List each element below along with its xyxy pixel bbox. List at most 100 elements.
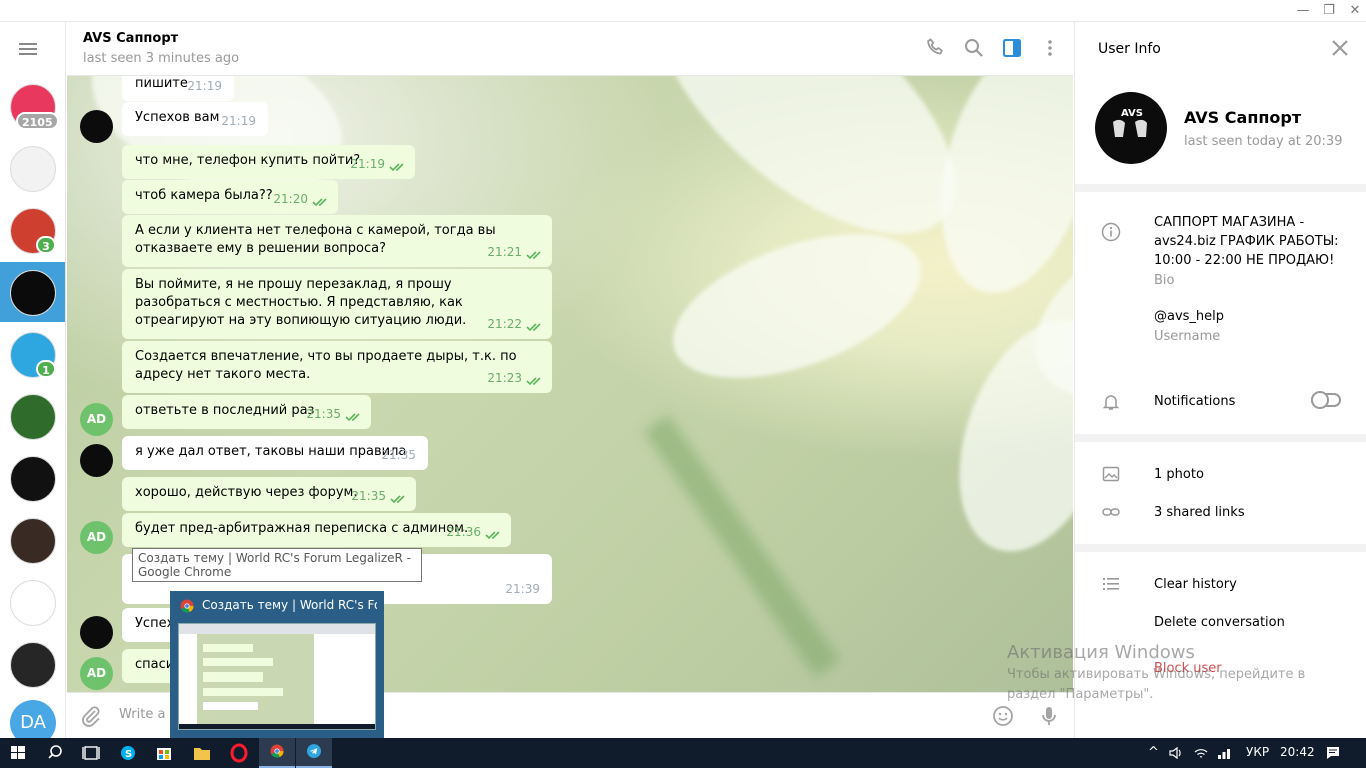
- chat-avatar[interactable]: [10, 642, 56, 688]
- double-check-icon: [485, 531, 500, 540]
- clock[interactable]: 20:42: [1280, 745, 1315, 759]
- input-language[interactable]: УКР: [1246, 745, 1269, 759]
- outgoing-message[interactable]: ответьте в последний раз 21:35: [122, 395, 371, 429]
- svg-text:S: S: [125, 749, 132, 760]
- username-text[interactable]: @avs_help: [1154, 307, 1224, 326]
- outgoing-message[interactable]: будет пред-арбитражная переписка с админ…: [122, 513, 511, 547]
- message-time: 21:22: [487, 317, 522, 331]
- opera-icon[interactable]: [221, 738, 257, 768]
- double-check-icon: [312, 198, 327, 207]
- chrome-icon: [180, 599, 194, 613]
- sender-avatar[interactable]: [80, 110, 113, 143]
- store-icon[interactable]: [146, 738, 182, 768]
- outgoing-message[interactable]: Вы поймите, я не прошу перезаклад, я про…: [122, 269, 552, 339]
- wifi-icon[interactable]: [1193, 745, 1209, 761]
- info-icon: [1101, 222, 1121, 242]
- skype-icon[interactable]: S: [110, 738, 146, 768]
- clear-history-button[interactable]: Clear history: [1154, 575, 1237, 594]
- chat-avatar[interactable]: [10, 580, 56, 626]
- profile-last-seen: last seen today at 20:39: [1184, 134, 1343, 149]
- notification-center-icon[interactable]: [1325, 745, 1341, 761]
- link-icon: [1102, 508, 1120, 516]
- hamburger-menu-icon[interactable]: [19, 40, 47, 60]
- phone-icon[interactable]: [924, 36, 948, 60]
- sender-avatar[interactable]: [80, 444, 113, 477]
- sidebar-toggle-icon[interactable]: [1000, 36, 1024, 60]
- message-time: 21:35: [351, 489, 386, 503]
- double-check-icon: [526, 323, 541, 332]
- double-check-icon: [526, 251, 541, 260]
- bio-label: Bio: [1154, 273, 1175, 288]
- message-time: 21:19: [221, 114, 256, 128]
- minimize-button[interactable]: —: [1290, 2, 1316, 20]
- photos-item[interactable]: 1 photo: [1154, 465, 1204, 484]
- outgoing-message[interactable]: Создается впечатление, что вы продаете д…: [122, 341, 552, 393]
- profile-avatar[interactable]: AVS: [1095, 92, 1167, 164]
- bell-icon: [1102, 395, 1120, 410]
- sender-avatar[interactable]: [80, 616, 113, 649]
- chat-header: AVS Саппорт last seen 3 minutes ago: [67, 22, 1073, 76]
- microphone-icon[interactable]: [1037, 704, 1061, 728]
- double-check-icon: [345, 413, 360, 422]
- outgoing-message[interactable]: чтоб камера была?? 21:20: [122, 180, 338, 214]
- shared-links-item[interactable]: 3 shared links: [1154, 503, 1245, 522]
- search-taskbar-icon[interactable]: [37, 738, 73, 768]
- outgoing-message[interactable]: что мне, телефон купить пойти? 21:19: [122, 145, 415, 179]
- chat-title[interactable]: AVS Саппорт: [83, 31, 178, 46]
- double-check-icon: [390, 495, 405, 504]
- message-time: 21:36: [446, 525, 481, 539]
- outgoing-message[interactable]: хорошо, действую через форум. 21:35: [122, 477, 416, 511]
- task-view-icon[interactable]: [73, 738, 109, 768]
- maximize-button[interactable]: ❐: [1316, 2, 1342, 20]
- telegram-taskbar-icon[interactable]: [296, 738, 332, 768]
- outgoing-message[interactable]: А если у клиента нет телефона с камерой,…: [122, 215, 552, 267]
- message-time: 21:39: [505, 582, 540, 596]
- svg-text:AVS: AVS: [1121, 108, 1143, 119]
- emoji-icon[interactable]: [991, 704, 1015, 728]
- tray-chevron-icon[interactable]: ^: [1148, 745, 1159, 760]
- preview-thumbnail: [178, 623, 376, 730]
- notifications-label: Notifications: [1154, 394, 1236, 409]
- windows-activation-watermark: Активация Windows Чтобы активировать Win…: [1007, 642, 1337, 705]
- attach-icon[interactable]: [79, 704, 103, 728]
- message-time: 21:35: [306, 407, 341, 421]
- photo-icon: [1102, 466, 1120, 482]
- watermark-text: Чтобы активировать Windows, перейдите в …: [1007, 667, 1306, 702]
- self-message-avatar[interactable]: AD: [80, 657, 113, 690]
- chat-avatar[interactable]: [10, 394, 56, 440]
- message-time: 21:23: [487, 371, 522, 385]
- chat-avatar[interactable]: [10, 270, 56, 316]
- list-icon: [1103, 578, 1119, 590]
- more-options-icon[interactable]: [1038, 36, 1062, 60]
- incoming-message[interactable]: пишите 21:19: [122, 76, 234, 101]
- self-message-avatar[interactable]: AD: [80, 521, 113, 554]
- chat-avatar[interactable]: [10, 518, 56, 564]
- chrome-taskbar-icon[interactable]: [259, 738, 295, 768]
- delete-conversation-button[interactable]: Delete conversation: [1154, 613, 1285, 632]
- notifications-toggle[interactable]: [1311, 391, 1341, 409]
- chat-avatar[interactable]: [10, 456, 56, 502]
- search-icon[interactable]: [962, 36, 986, 60]
- bio-text: САППОРТ МАГАЗИНА - avs24.biz ГРАФИК РАБО…: [1154, 215, 1339, 268]
- close-panel-icon[interactable]: [1330, 38, 1350, 58]
- chat-list: 2105 3 1 DA: [0, 22, 66, 738]
- chat-last-seen: last seen 3 minutes ago: [83, 51, 240, 66]
- chat-avatar[interactable]: [10, 146, 56, 192]
- profile-name: AVS Саппорт: [1184, 108, 1302, 127]
- volume-icon[interactable]: [1168, 745, 1184, 761]
- message-time: 21:21: [487, 245, 522, 259]
- incoming-message[interactable]: я уже дал ответ, таковы наши правила 21:3…: [122, 436, 428, 470]
- avs-logo-icon: AVS: [1113, 108, 1147, 137]
- self-message-avatar[interactable]: AD: [80, 403, 113, 436]
- windows-start-icon[interactable]: [0, 738, 36, 768]
- incoming-message[interactable]: Успехов вам 21:19: [122, 102, 268, 136]
- file-explorer-icon[interactable]: [184, 738, 220, 768]
- message-time: 21:35: [381, 448, 416, 462]
- windows-taskbar: S ^ УКР 20:42: [0, 738, 1366, 768]
- unread-badge: 3: [36, 236, 56, 254]
- username-label: Username: [1154, 329, 1221, 344]
- self-avatar[interactable]: DA: [10, 700, 56, 738]
- network-icon[interactable]: [1216, 745, 1232, 761]
- chrome-window-preview[interactable]: Создать тему | World RC's For...: [170, 591, 384, 739]
- close-window-button[interactable]: ✕: [1342, 2, 1366, 20]
